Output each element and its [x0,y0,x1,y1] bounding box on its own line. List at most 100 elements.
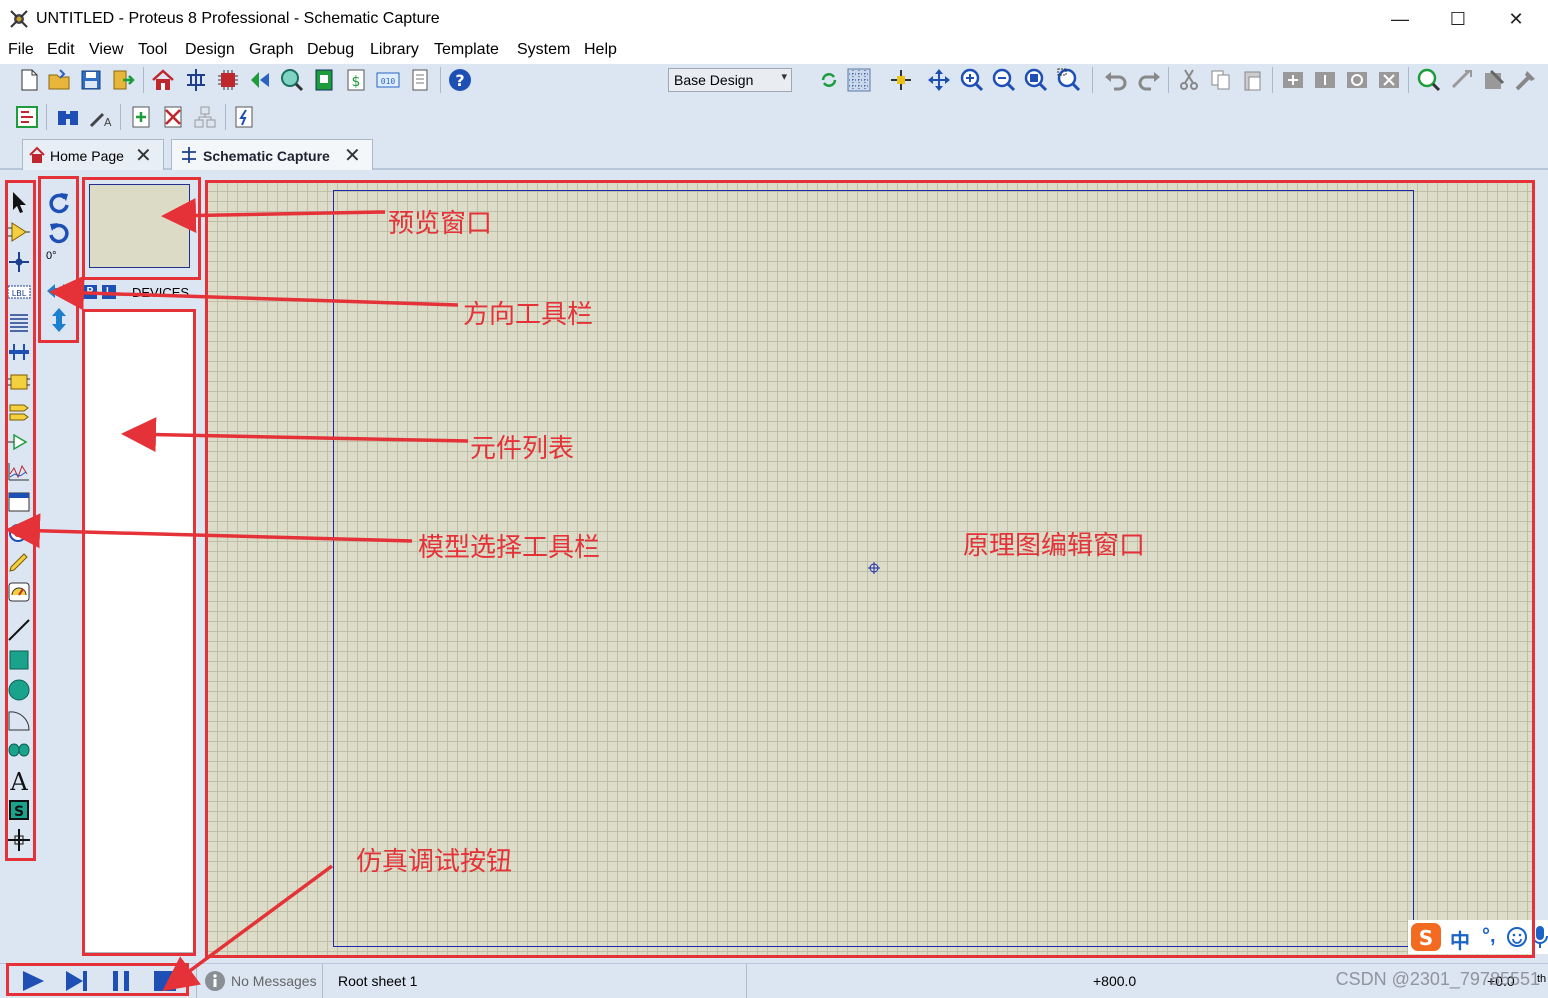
design-variant-select[interactable]: Base Design ▾ [668,68,792,92]
menu-template[interactable]: Template [434,41,499,59]
zoom-out-icon[interactable] [991,67,1017,93]
help-icon[interactable]: ? [447,67,473,93]
preview-window[interactable] [89,184,190,268]
text-script-icon[interactable] [7,310,31,334]
step-icon[interactable] [64,969,90,993]
close-window-button[interactable]: ✕ [1494,6,1538,32]
remove-sheet-icon[interactable] [160,104,186,130]
stop-icon[interactable] [152,969,178,993]
search-tagged-icon[interactable] [55,104,81,130]
terminals-mode-icon[interactable] [7,400,31,424]
redo-icon[interactable] [1136,67,1162,93]
library-manager-button[interactable]: L [102,285,116,299]
virtual-instruments-icon[interactable] [7,580,31,604]
tab-schematic-capture[interactable]: Schematic Capture ✕ [171,139,373,170]
graph-mode-icon[interactable] [7,460,31,484]
bill-of-materials-icon[interactable]: $ [343,67,369,93]
marker-mode-icon[interactable] [7,828,31,852]
schematic-capture-icon[interactable] [183,67,209,93]
source-code-icon[interactable]: 010 [375,67,401,93]
junction-dot-icon[interactable] [7,250,31,274]
voltage-probe-icon[interactable] [7,550,31,574]
menu-debug[interactable]: Debug [307,41,354,59]
mirror-horizontal-icon[interactable] [45,280,73,302]
sogou-ime-icon[interactable]: S [1410,922,1442,952]
zoom-all-icon[interactable] [1023,67,1049,93]
rotation-angle[interactable]: 0° [46,250,57,262]
exit-to-parent-icon[interactable] [192,104,218,130]
design-explorer-icon[interactable] [311,67,337,93]
save-icon[interactable] [78,67,104,93]
make-device-icon[interactable] [1449,67,1475,93]
notes-icon[interactable] [407,67,433,93]
packaging-tool-icon[interactable] [1481,67,1507,93]
box-mode-icon[interactable] [7,648,31,672]
generator-mode-icon[interactable] [7,520,31,544]
tab-home-page[interactable]: Home Page ✕ [22,139,164,170]
tape-recorder-icon[interactable] [7,490,31,514]
menu-system[interactable]: System [517,41,570,59]
pan-icon[interactable] [926,67,952,93]
refresh-icon[interactable] [816,67,842,93]
component-mode-icon[interactable] [7,220,31,244]
new-file-icon[interactable] [16,67,42,93]
ime-punctuation-mode[interactable]: °, [1482,925,1496,948]
text-mode-icon[interactable]: A [7,768,31,792]
menu-tool[interactable]: Tool [138,41,167,59]
pick-parts-icon[interactable] [1416,67,1442,93]
menu-library[interactable]: Library [370,41,419,59]
pick-devices-button[interactable]: P [83,285,97,299]
play-icon[interactable] [20,969,46,993]
3d-visualizer-icon[interactable] [247,67,273,93]
microphone-icon[interactable] [1532,925,1548,949]
symbol-mode-icon[interactable]: S [7,798,31,822]
undo-icon[interactable] [1103,67,1129,93]
device-list[interactable] [84,311,194,953]
electrical-rule-check-icon[interactable] [231,104,257,130]
zoom-area-icon[interactable] [1056,67,1082,93]
mirror-vertical-icon[interactable] [48,306,70,334]
gerber-viewer-icon[interactable] [279,67,305,93]
circle-mode-icon[interactable] [7,678,31,702]
menu-help[interactable]: Help [584,41,617,59]
arc-mode-icon[interactable] [7,708,31,732]
block-delete-icon[interactable] [1376,67,1402,93]
paste-icon[interactable] [1240,67,1266,93]
message-segment[interactable]: No Messages [196,964,320,998]
ime-chinese-mode[interactable]: 中 [1450,925,1470,954]
design-explorer-toggle-icon[interactable] [14,104,40,130]
copy-icon[interactable] [1208,67,1234,93]
minimize-button[interactable]: — [1378,6,1422,32]
close-project-icon[interactable] [110,67,136,93]
selection-mode-icon[interactable] [7,190,31,214]
schematic-canvas[interactable] [207,181,1533,956]
menu-design[interactable]: Design [185,41,235,59]
rotate-anticlockwise-icon[interactable] [46,220,72,246]
menu-view[interactable]: View [89,41,123,59]
decompose-icon[interactable] [1513,67,1539,93]
zoom-in-icon[interactable] [959,67,985,93]
buses-icon[interactable] [7,340,31,364]
menu-file[interactable]: File [8,41,34,59]
pause-icon[interactable] [108,969,134,993]
rotate-clockwise-icon[interactable] [46,190,72,216]
block-copy-icon[interactable] [1280,67,1306,93]
path-mode-icon[interactable] [7,738,31,762]
home-page-icon[interactable] [150,67,176,93]
menu-edit[interactable]: Edit [47,41,75,59]
block-rotate-icon[interactable] [1344,67,1370,93]
toggle-origin-icon[interactable] [888,67,914,93]
toggle-grid-icon[interactable] [846,67,872,93]
close-tab-icon[interactable]: ✕ [135,143,152,168]
block-move-icon[interactable] [1312,67,1338,93]
device-pins-icon[interactable] [7,430,31,454]
pcb-layout-icon[interactable] [215,67,241,93]
menu-graph[interactable]: Graph [249,41,293,59]
maximize-button[interactable]: ☐ [1436,6,1480,32]
subcircuit-icon[interactable] [7,370,31,394]
property-assignment-icon[interactable]: A [87,104,113,130]
wire-label-icon[interactable]: LBL [7,280,31,304]
emoji-icon[interactable] [1506,926,1528,948]
line-mode-icon[interactable] [7,618,31,642]
open-folder-icon[interactable] [46,67,72,93]
